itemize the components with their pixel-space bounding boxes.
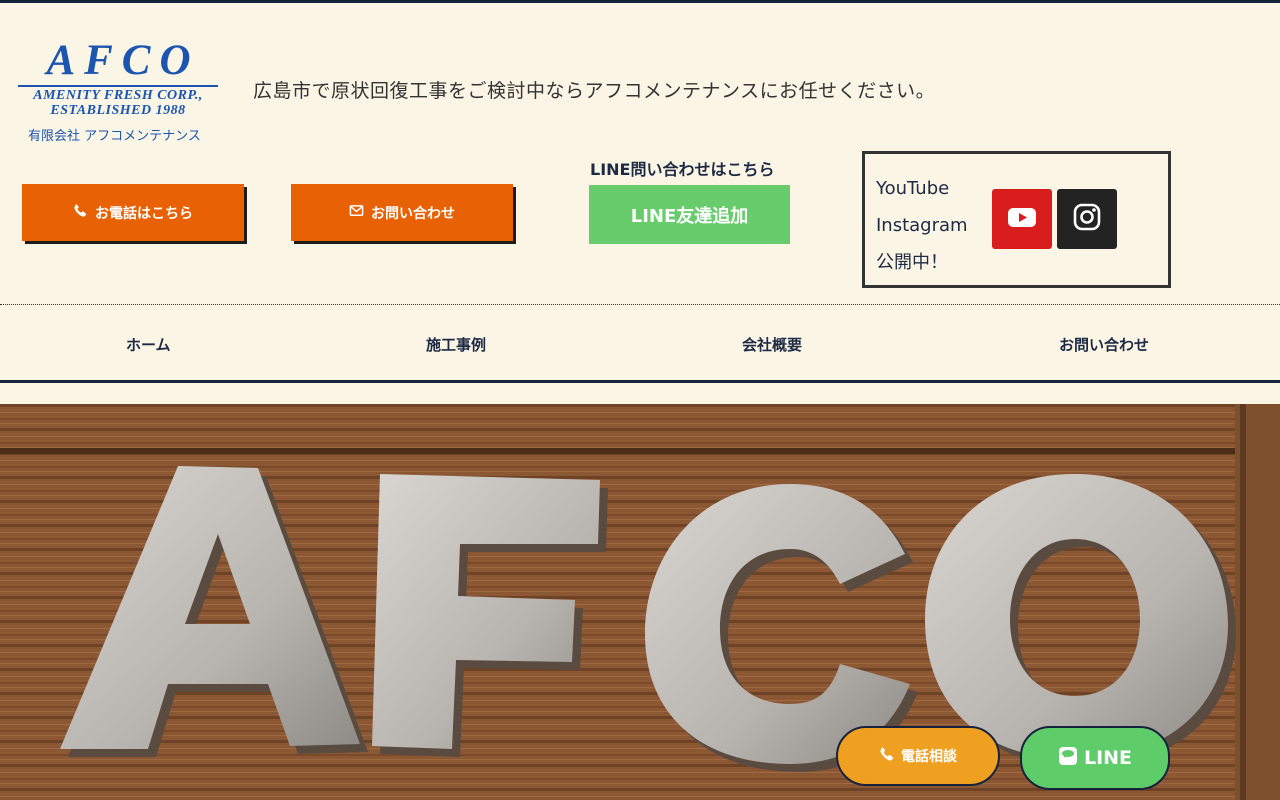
nav-item-works[interactable]: 施工事例: [426, 334, 486, 355]
mail-icon: [349, 203, 364, 222]
instagram-button[interactable]: [1057, 189, 1117, 249]
main-nav: ホーム 施工事例 会社概要 お問い合わせ: [0, 304, 1280, 383]
floating-phone-label: 電話相談: [901, 749, 957, 765]
floating-line-label: LINE: [1083, 747, 1133, 769]
contact-button-label: お問い合わせ: [371, 205, 455, 222]
floating-line-button[interactable]: LINE: [1020, 726, 1170, 790]
logo-title: AFCO: [46, 37, 200, 84]
phone-icon: [879, 746, 895, 766]
company-logo[interactable]: AFCO AMENITY FRESH CORP., ESTABLISHED 19…: [18, 39, 220, 145]
public-label: 公開中！: [876, 252, 948, 273]
contact-button[interactable]: お問い合わせ: [291, 184, 513, 241]
nav-item-company[interactable]: 会社概要: [742, 334, 802, 355]
nav-item-contact[interactable]: お問い合わせ: [1059, 334, 1149, 355]
social-text: YouTube Instagram 公開中！: [876, 170, 968, 281]
nav-item-home[interactable]: ホーム: [126, 334, 171, 355]
site-header: AFCO AMENITY FRESH CORP., ESTABLISHED 19…: [0, 3, 1280, 303]
phone-icon: [73, 203, 88, 222]
instagram-icon: [1072, 202, 1102, 236]
line-icon: [1058, 746, 1078, 771]
youtube-icon: [1007, 202, 1037, 236]
site-tagline: 広島市で原状回復工事をご検討中ならアフコメンテナンスにお任せください。: [253, 80, 936, 102]
logo-tagline-2: ESTABLISHED 1988: [50, 103, 186, 118]
line-add-friend-button[interactable]: LINE友達追加: [589, 185, 790, 244]
floating-phone-button[interactable]: 電話相談: [836, 726, 1000, 786]
youtube-button[interactable]: [992, 189, 1052, 249]
logo-company-name: 有限会社 アフコメンテナンス: [28, 129, 201, 144]
youtube-label: YouTube: [876, 178, 950, 199]
logo-tagline-1: AMENITY FRESH CORP.,: [18, 85, 218, 104]
phone-button-label: お電話はこちら: [95, 205, 193, 222]
phone-button[interactable]: お電話はこちら: [22, 184, 244, 241]
instagram-label: Instagram: [876, 215, 968, 236]
line-caption: LINE問い合わせはこちら: [590, 160, 775, 179]
social-box: YouTube Instagram 公開中！: [862, 151, 1171, 288]
